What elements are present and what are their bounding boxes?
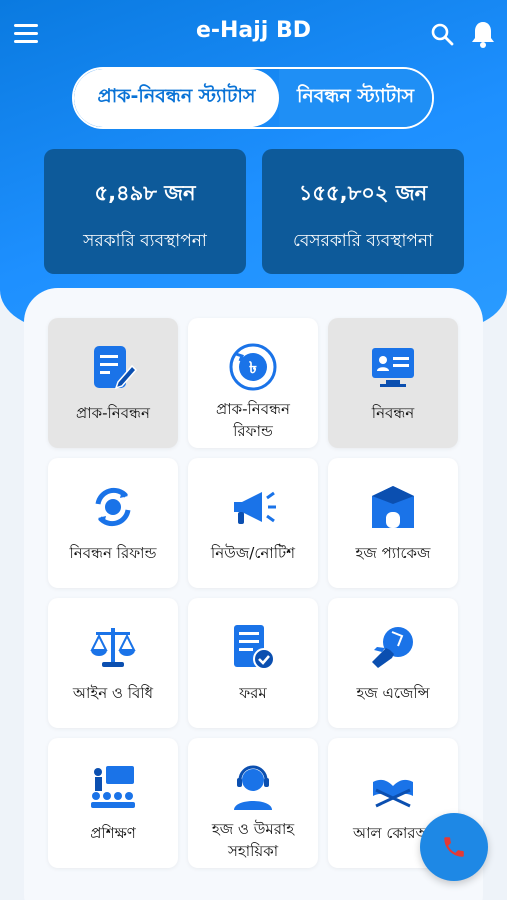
megaphone-icon [234, 491, 276, 524]
menu-tile-pre-registration-refund[interactable]: ৳ প্রাক-নিবন্ধন রিফান্ড [188, 318, 318, 448]
tab-registration-status[interactable]: নিবন্ধন স্ট্যাটাস [279, 69, 432, 127]
tab-pre-registration-status[interactable]: প্রাক-নিবন্ধন স্ট্যাটাস [74, 69, 279, 127]
stat-card-private: ১৫৫,৮০২ জন বেসরকারি ব্যবস্থাপনা [262, 149, 464, 274]
search-icon[interactable] [430, 22, 454, 46]
svg-text:৳: ৳ [249, 358, 257, 377]
menu-tile-label: হজ ও উমরাহ সহায়িকা [211, 820, 295, 860]
stat-label: বেসরকারি ব্যবস্থাপনা [292, 231, 434, 251]
menu-tile-label: ফরম [239, 684, 267, 702]
menu-tile-label: নিউজ/নোটিশ [210, 544, 296, 562]
menu-tile-law-rules[interactable]: আইন ও বিধি [48, 598, 178, 728]
menu-tile-hajj-agency[interactable]: হজ এজেন্সি [328, 598, 458, 728]
menu-tile-news-notice[interactable]: নিউজ/নোটিশ [188, 458, 318, 588]
stat-label: সরকারি ব্যবস্থাপনা [83, 231, 207, 251]
scales-icon [90, 628, 136, 667]
stat-value: ৫,৪৯৮ জন [94, 181, 196, 205]
menu-tile-form[interactable]: ফরম [188, 598, 318, 728]
menu-tile-label: প্রাক-নিবন্ধন [76, 404, 150, 422]
form-check-icon [234, 625, 275, 670]
taka-refund-icon: ৳ [229, 343, 277, 391]
menu-tile-label: নিবন্ধন [371, 404, 415, 422]
stat-card-government: ৫,৪৯৮ জন সরকারি ব্যবস্থাপনা [44, 149, 246, 274]
menu-tile-registration[interactable]: নিবন্ধন [328, 318, 458, 448]
menu-tile-hajj-package[interactable]: হজ প্যাকেজ [328, 458, 458, 588]
menu-tile-label: নিবন্ধন রিফান্ড [69, 544, 157, 562]
travel-agency-icon [372, 627, 413, 668]
top-bar: e-Hajj BD [0, 0, 507, 68]
phone-icon [444, 837, 464, 857]
quran-icon [373, 779, 413, 808]
refund-cycle-icon [95, 487, 131, 527]
menu-tile-hajj-umrah-guide[interactable]: হজ ও উমরাহ সহায়িকা [188, 738, 318, 868]
status-toggle: প্রাক-নিবন্ধন স্ট্যাটাস নিবন্ধন স্ট্যাটা… [72, 67, 434, 129]
menu-tile-label: হজ এজেন্সি [356, 684, 430, 702]
id-card-monitor-icon [372, 348, 414, 387]
menu-tile-training[interactable]: প্রশিক্ষণ [48, 738, 178, 868]
support-agent-icon [234, 765, 272, 810]
menu-tile-label: প্রাক-নিবন্ধন রিফান্ড [216, 400, 290, 440]
document-edit-icon [94, 346, 138, 390]
menu-tile-label: প্রশিক্ষণ [90, 824, 136, 842]
menu-tile-pre-registration[interactable]: প্রাক-নিবন্ধন [48, 318, 178, 448]
kaaba-icon [372, 486, 414, 528]
stat-value: ১৫৫,৮০২ জন [298, 181, 428, 205]
menu-tile-label: আইন ও বিধি [72, 684, 154, 702]
menu-tile-registration-refund[interactable]: নিবন্ধন রিফান্ড [48, 458, 178, 588]
call-button[interactable] [420, 813, 488, 881]
menu-tile-label: হজ প্যাকেজ [355, 544, 431, 562]
training-icon [91, 766, 135, 808]
bell-icon[interactable] [470, 20, 496, 48]
